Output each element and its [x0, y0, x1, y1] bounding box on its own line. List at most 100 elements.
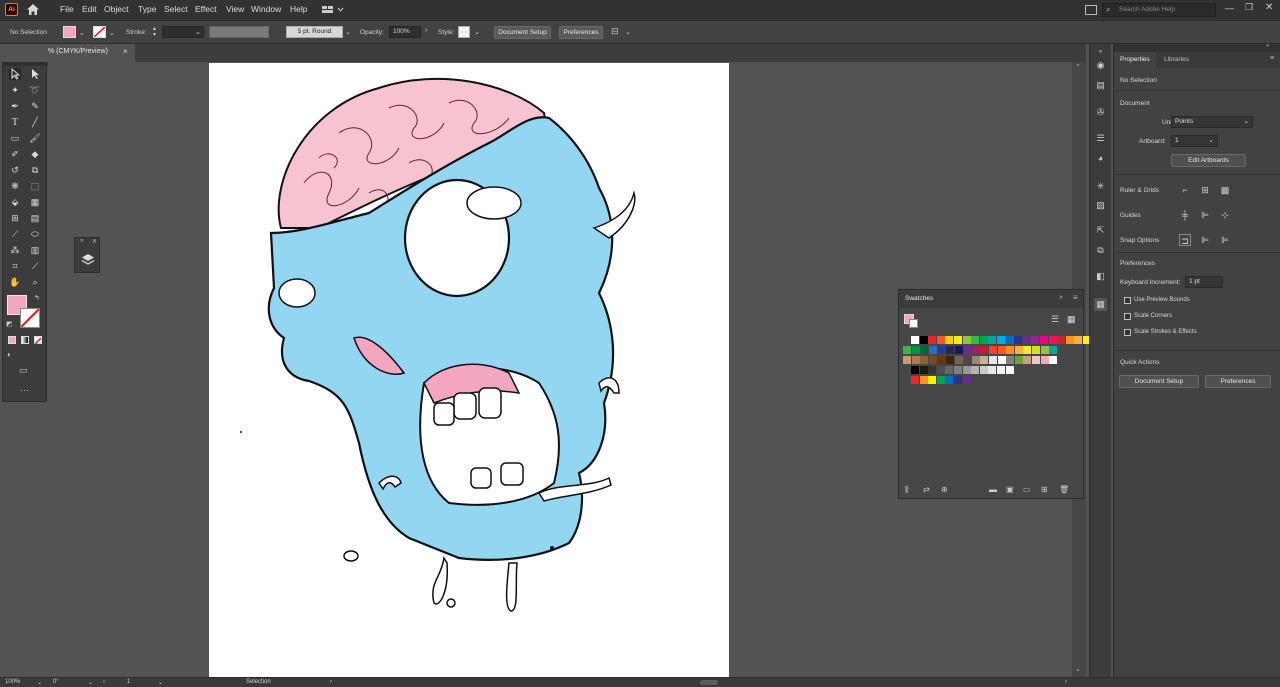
smart-guides-icon[interactable]: ⊹ [1219, 209, 1231, 221]
swatch-chip[interactable] [997, 336, 1005, 344]
scale-corners-checkbox[interactable] [1124, 313, 1131, 320]
artboard-dropdown-icon[interactable]: ⌄ [158, 679, 163, 686]
swatch-chip[interactable] [1032, 356, 1040, 364]
swatch-chip[interactable] [1049, 356, 1058, 364]
swatch-chip[interactable] [980, 356, 989, 364]
gradient-tool-icon[interactable]: ▤ [29, 212, 41, 224]
scroll-up-icon[interactable]: ⌃ [1075, 63, 1081, 71]
swatch-chip[interactable] [1040, 346, 1049, 354]
restore-icon[interactable]: ❐ [1245, 2, 1253, 13]
eraser-tool-icon[interactable]: ◆ [29, 148, 41, 160]
zombie-skull-artwork[interactable] [209, 63, 729, 677]
none-mode-button[interactable] [34, 336, 42, 345]
transparency-icon[interactable]: ◧ [1094, 270, 1107, 283]
swatch-chip[interactable] [928, 356, 937, 364]
swatch-chip[interactable] [1040, 336, 1048, 344]
swatch-chip[interactable] [928, 336, 937, 344]
color-icon[interactable]: ◕ [1094, 152, 1107, 165]
properties-menu-icon[interactable]: ≡ [1270, 55, 1274, 62]
swatch-chip[interactable] [1023, 346, 1032, 354]
zoom-dropdown-icon[interactable]: ⌄ [37, 679, 42, 686]
appearance-icon[interactable]: ◉ [1094, 59, 1107, 72]
first-artboard-icon[interactable]: ‹ [103, 679, 105, 685]
type-tool-icon[interactable]: T [9, 116, 21, 128]
snap-to-glyph-icon[interactable]: ⊫ [1219, 234, 1231, 246]
stroke-color-box[interactable] [20, 308, 40, 328]
scroll-right-icon[interactable]: › [1065, 679, 1067, 685]
swatch-chip[interactable] [1014, 356, 1023, 364]
swatch-chip[interactable] [945, 366, 954, 374]
mesh-tool-icon[interactable]: ⊞ [9, 212, 21, 224]
swatch-chip[interactable] [1006, 356, 1015, 364]
menu-object[interactable]: Object [104, 4, 129, 14]
swatch-chip[interactable] [1006, 346, 1015, 354]
rotate-tool-icon[interactable]: ↺ [9, 164, 21, 176]
zoom-level[interactable]: 100% [5, 679, 20, 685]
opacity-field[interactable]: 100% [389, 26, 421, 38]
swatch-chip[interactable] [945, 376, 954, 384]
swatch-chip[interactable] [936, 336, 945, 344]
align-dropdown-icon[interactable]: ⌄ [625, 28, 631, 36]
swatch-chip[interactable] [971, 346, 980, 354]
graphic-styles-icon[interactable]: ▨ [1094, 199, 1107, 212]
quick-document-setup-button[interactable]: Document Setup [1119, 375, 1199, 388]
delete-swatch-icon[interactable]: 🗑 [1059, 485, 1069, 494]
swatch-chip[interactable] [980, 346, 989, 354]
hand-tool-icon[interactable]: ✋ [9, 276, 21, 288]
menu-select[interactable]: Select [164, 4, 188, 14]
quick-preferences-button[interactable]: Preferences [1205, 375, 1271, 388]
swatch-chip[interactable] [988, 336, 997, 344]
brush-dropdown-icon[interactable]: ⌄ [345, 28, 351, 36]
color-mode-button[interactable] [8, 336, 16, 344]
stroke-weight-dropdown-icon[interactable]: ⌄ [195, 28, 201, 36]
stroke-swatch[interactable] [93, 26, 106, 38]
swatch-chip[interactable] [979, 366, 988, 374]
tab-properties[interactable]: Properties [1114, 52, 1156, 68]
direct-selection-tool-icon[interactable] [29, 68, 41, 80]
style-dropdown-icon[interactable]: ⌄ [474, 28, 480, 36]
artboard-select[interactable]: 1 ⌄ [1171, 135, 1218, 147]
lasso-tool-icon[interactable]: ➰ [29, 84, 41, 96]
swatch-options-icon[interactable]: ▣ [1006, 485, 1014, 494]
brushes-icon[interactable]: ✇ [1094, 106, 1107, 119]
swatch-chip[interactable] [954, 336, 962, 344]
rotation-dropdown-icon[interactable]: ⌄ [88, 679, 93, 686]
rotation-view[interactable]: 0° [53, 679, 59, 685]
brush-definition-field[interactable]: 5 pt. Round [286, 26, 343, 38]
menu-window[interactable]: Window [251, 4, 281, 14]
swatches-fill-stroke-icon[interactable] [904, 314, 918, 328]
swatch-chip[interactable] [1032, 346, 1040, 354]
rectangle-tool-icon[interactable]: ▭ [9, 132, 21, 144]
grid-icon[interactable]: ⊞ [1199, 184, 1211, 196]
swatch-chip[interactable] [1014, 336, 1023, 344]
swatch-chip[interactable] [919, 336, 928, 344]
properties-grip[interactable]: » [1114, 43, 1280, 52]
swatch-chip[interactable] [963, 356, 972, 364]
swatch-chip[interactable] [911, 356, 920, 364]
swatch-chip[interactable] [1005, 366, 1014, 374]
swatch-chip[interactable] [1031, 336, 1040, 344]
swatch-kind-icon[interactable]: ▬ [989, 485, 997, 494]
collapse-strip-icon[interactable]: « [1094, 46, 1107, 59]
swatch-chip[interactable] [937, 346, 946, 354]
fill-swatch[interactable] [63, 26, 76, 38]
menu-help[interactable]: Help [290, 4, 307, 14]
line-segment-tool-icon[interactable]: ╱ [29, 116, 41, 128]
home-icon[interactable] [26, 3, 40, 16]
swatch-chip[interactable] [979, 336, 988, 344]
warp-tool-icon[interactable]: ❋ [9, 180, 21, 192]
swatch-chip[interactable] [1065, 336, 1074, 344]
document-info-icon[interactable]: ▤ [1094, 79, 1107, 92]
swatch-chip[interactable] [937, 356, 946, 364]
list-view-icon[interactable]: ☰ [1051, 314, 1059, 325]
swatches-menu-icon[interactable]: ≡ [1073, 293, 1078, 302]
fill-dropdown-icon[interactable]: ⌄ [79, 29, 85, 37]
minimize-icon[interactable]: — [1225, 3, 1234, 13]
rulers-icon[interactable]: ⌐ [1179, 184, 1191, 196]
swatch-chip[interactable] [919, 366, 928, 374]
swatch-chip[interactable] [988, 366, 997, 374]
default-fill-stroke-icon[interactable]: ◩ [6, 320, 13, 328]
stroke-weight-stepper-icon[interactable]: ▴ ▾ [153, 26, 156, 38]
swatch-chip[interactable] [946, 356, 954, 364]
close-panel-icon[interactable]: ✕ [92, 238, 97, 245]
